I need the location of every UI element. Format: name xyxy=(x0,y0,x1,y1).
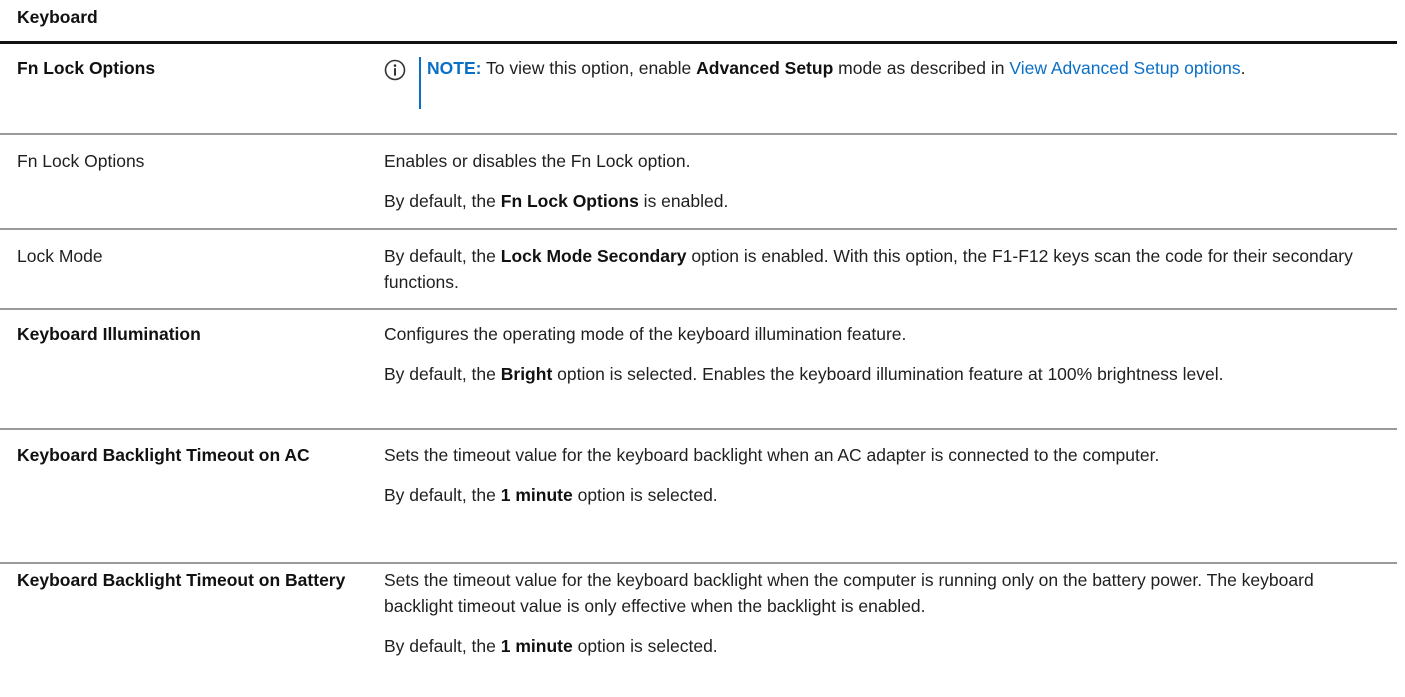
setting-name-backlight-timeout-ac: Keyboard Backlight Timeout on AC xyxy=(17,445,310,465)
default-value: Lock Mode Secondary xyxy=(500,246,687,266)
row-divider xyxy=(0,562,1397,564)
setting-description: Enables or disables the Fn Lock option. … xyxy=(384,148,1384,214)
text-part: By default, the xyxy=(384,636,501,656)
note-text: NOTE: To view this option, enable Advanc… xyxy=(427,55,1357,81)
text-part: option is selected. xyxy=(572,636,718,656)
setting-name-fn-lock-group: Fn Lock Options xyxy=(17,58,156,78)
text-part: By default, the xyxy=(384,364,501,384)
text-part: By default, the xyxy=(384,485,501,505)
header-rule xyxy=(0,41,1397,44)
default-value-paragraph: By default, the 1 minute option is selec… xyxy=(384,482,1384,508)
setting-name-backlight-timeout-battery: Keyboard Backlight Timeout on Battery xyxy=(17,570,346,590)
note-text-part: . xyxy=(1240,58,1246,78)
text-part: By default, the xyxy=(384,191,501,211)
default-value-paragraph: By default, the Fn Lock Options is enabl… xyxy=(384,188,1384,214)
note-label: NOTE: xyxy=(427,58,482,78)
text-part: is enabled. xyxy=(638,191,729,211)
note-text-part: mode as described in xyxy=(833,58,1010,78)
setting-description: By default, the Lock Mode Secondary opti… xyxy=(384,243,1384,295)
note-emphasis: Advanced Setup xyxy=(696,58,834,78)
default-value: Fn Lock Options xyxy=(500,191,639,211)
table-caption: Keyboard xyxy=(17,7,98,27)
setting-description: Sets the timeout value for the keyboard … xyxy=(384,567,1384,659)
setting-description: Sets the timeout value for the keyboard … xyxy=(384,442,1384,508)
default-value: 1 minute xyxy=(500,636,573,656)
text-part: option is selected. xyxy=(572,485,718,505)
note-text-part: To view this option, enable xyxy=(481,58,697,78)
description-paragraph: Enables or disables the Fn Lock option. xyxy=(384,151,691,171)
setting-description: Configures the operating mode of the key… xyxy=(384,321,1384,387)
text-part: option is selected. Enables the keyboard… xyxy=(552,364,1224,384)
default-value-paragraph: By default, the 1 minute option is selec… xyxy=(384,633,1384,659)
text-part: By default, the xyxy=(384,246,501,266)
row-divider xyxy=(0,133,1397,135)
row-divider xyxy=(0,228,1397,230)
keyboard-settings-table: Keyboard Fn Lock Options NOTE: To view t… xyxy=(0,0,1405,697)
setting-name-lock-mode: Lock Mode xyxy=(17,246,103,266)
description-paragraph: Sets the timeout value for the keyboard … xyxy=(384,570,1314,616)
default-value: Bright xyxy=(500,364,553,384)
row-divider xyxy=(0,428,1397,430)
description-paragraph: Sets the timeout value for the keyboard … xyxy=(384,445,1160,465)
setting-name-fn-lock-options: Fn Lock Options xyxy=(17,151,145,171)
default-value: 1 minute xyxy=(500,485,573,505)
note-accent-bar xyxy=(419,57,421,109)
info-circle-icon xyxy=(384,59,406,81)
setting-name-keyboard-illumination: Keyboard Illumination xyxy=(17,324,201,344)
description-paragraph: Configures the operating mode of the key… xyxy=(384,324,907,344)
description-paragraph: By default, the Lock Mode Secondary opti… xyxy=(384,243,1384,295)
row-divider xyxy=(0,308,1397,310)
default-value-paragraph: By default, the Bright option is selecte… xyxy=(384,361,1384,387)
view-advanced-setup-link[interactable]: View Advanced Setup options xyxy=(1009,58,1240,78)
